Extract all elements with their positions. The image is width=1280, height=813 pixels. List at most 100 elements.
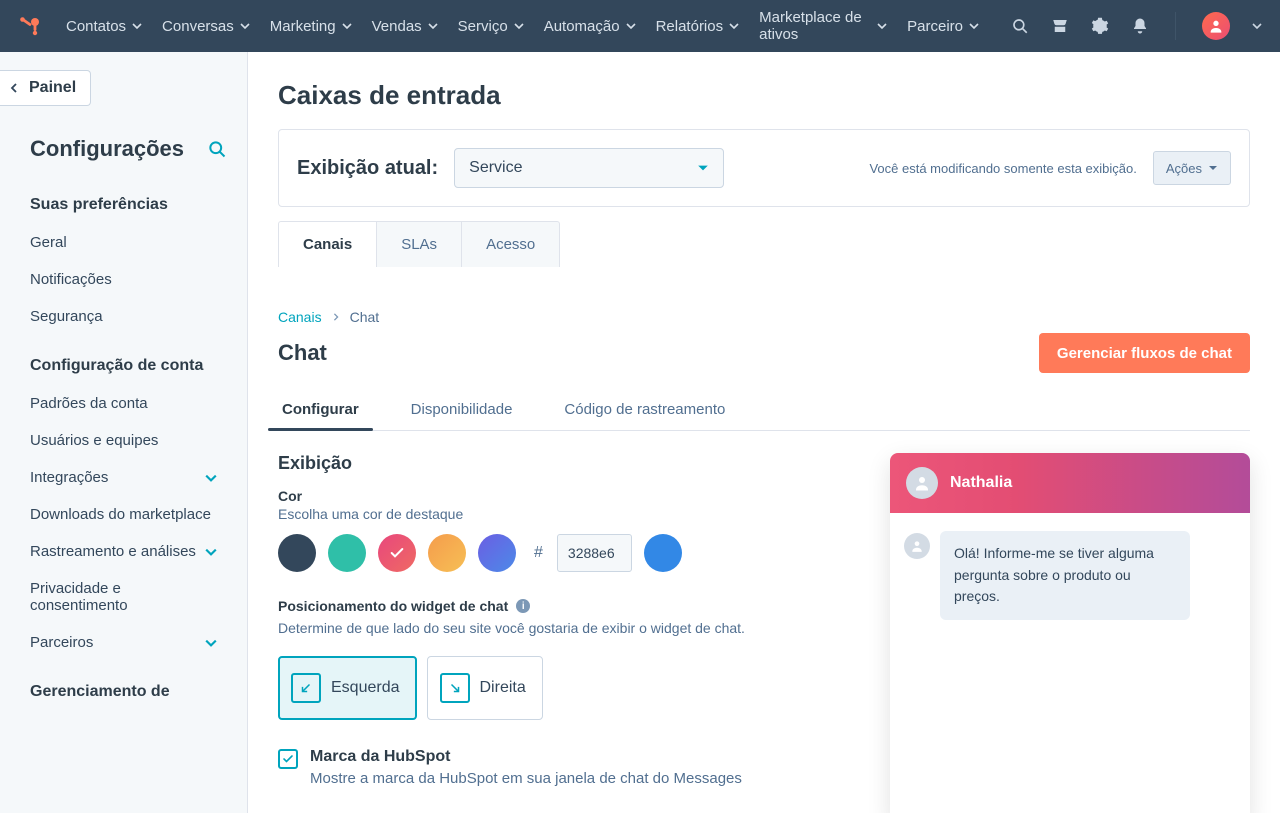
preview-header: Nathalia xyxy=(890,453,1250,513)
chevron-left-icon xyxy=(9,83,19,93)
view-actions-dropdown[interactable]: Ações xyxy=(1153,151,1231,185)
tab-acesso[interactable]: Acesso xyxy=(462,221,560,267)
hubspot-logo[interactable] xyxy=(18,14,42,38)
nav-links: Contatos Conversas Marketing Vendas Serv… xyxy=(66,9,979,43)
subtab-configurar[interactable]: Configurar xyxy=(278,389,363,430)
sb-section-account: Configuração de conta xyxy=(0,335,247,385)
nav-contatos[interactable]: Contatos xyxy=(66,18,142,35)
sb-section-preferences: Suas preferências xyxy=(0,174,247,224)
position-label: Posicionamento do widget de chat i xyxy=(278,598,860,614)
chevron-down-icon xyxy=(514,21,524,31)
brand-title: Marca da HubSpot xyxy=(310,748,450,765)
color-label: Cor xyxy=(278,488,860,504)
back-to-dashboard[interactable]: Painel xyxy=(0,70,91,106)
nav-conversas[interactable]: Conversas xyxy=(162,18,250,35)
chevron-down-icon xyxy=(729,21,739,31)
sb-item-geral[interactable]: Geral xyxy=(0,224,247,261)
sb-item-notificacoes[interactable]: Notificações xyxy=(0,261,247,298)
sb-item-rastreamento[interactable]: Rastreamento e análises xyxy=(0,533,247,570)
chevron-down-icon xyxy=(205,637,217,649)
sb-item-privacidade[interactable]: Privacidade e consentimento xyxy=(0,570,247,624)
chat-preview: Nathalia Olá! Informe-me se tiver alguma… xyxy=(890,453,1250,813)
preview-greeting: Olá! Informe-me se tiver alguma pergunta… xyxy=(940,531,1190,620)
chevron-down-icon xyxy=(342,21,352,31)
color-help: Escolha uma cor de destaque xyxy=(278,506,860,522)
hex-input[interactable] xyxy=(557,534,632,572)
breadcrumb-root[interactable]: Canais xyxy=(278,309,322,325)
swatch-purple[interactable] xyxy=(478,534,516,572)
hubspot-brand-row: Marca da HubSpot Mostre a marca da HubSp… xyxy=(278,748,860,787)
chevron-down-icon xyxy=(969,21,979,31)
search-icon[interactable] xyxy=(1011,17,1029,35)
tab-slas[interactable]: SLAs xyxy=(377,221,462,267)
gear-icon[interactable] xyxy=(1091,17,1109,35)
position-left[interactable]: Esquerda xyxy=(278,656,417,720)
triangle-down-icon xyxy=(1208,163,1218,173)
swatch-navy[interactable] xyxy=(278,534,316,572)
swatch-orange[interactable] xyxy=(428,534,466,572)
chat-preview-column: Nathalia Olá! Informe-me se tiver alguma… xyxy=(890,453,1250,813)
swatch-pink[interactable] xyxy=(378,534,416,572)
marketplace-icon[interactable] xyxy=(1051,17,1069,35)
position-help: Determine de que lado do seu site você g… xyxy=(278,620,860,636)
sb-item-downloads[interactable]: Downloads do marketplace xyxy=(0,496,247,533)
brand-help: Mostre a marca da HubSpot em sua janela … xyxy=(310,770,742,787)
chevron-down-icon xyxy=(132,21,142,31)
chevron-down-icon xyxy=(205,472,217,484)
sb-item-padroes[interactable]: Padrões da conta xyxy=(0,385,247,422)
inbox-tabs: Canais SLAs Acesso xyxy=(278,221,1250,267)
chat-subtabs: Configurar Disponibilidade Código de ras… xyxy=(278,389,1250,431)
position-right[interactable]: Direita xyxy=(427,656,543,720)
arrow-bottom-right-icon xyxy=(440,673,470,703)
swatch-hex-preview[interactable] xyxy=(644,534,682,572)
subtab-disponibilidade[interactable]: Disponibilidade xyxy=(407,389,517,430)
chevron-down-icon xyxy=(626,21,636,31)
swatch-teal[interactable] xyxy=(328,534,366,572)
chevron-down-icon[interactable] xyxy=(1252,21,1262,31)
current-view-label: Exibição atual: xyxy=(297,157,438,180)
current-view-card: Exibição atual: Service Você está modifi… xyxy=(278,129,1250,207)
sb-item-usuarios[interactable]: Usuários e equipes xyxy=(0,422,247,459)
current-view-note: Você está modificando somente esta exibi… xyxy=(869,161,1136,176)
nav-relatorios[interactable]: Relatórios xyxy=(656,18,740,35)
subtab-codigo[interactable]: Código de rastreamento xyxy=(560,389,729,430)
sb-item-parceiros[interactable]: Parceiros xyxy=(0,624,247,661)
position-choices: Esquerda Direita xyxy=(278,656,860,720)
top-nav: Contatos Conversas Marketing Vendas Serv… xyxy=(0,0,1280,52)
manage-chatflows-button[interactable]: Gerenciar fluxos de chat xyxy=(1039,333,1250,373)
nav-automacao[interactable]: Automação xyxy=(544,18,636,35)
sidebar-search-icon[interactable] xyxy=(207,139,227,159)
triangle-down-icon xyxy=(697,162,709,174)
nav-marketing[interactable]: Marketing xyxy=(270,18,352,35)
tab-canais[interactable]: Canais xyxy=(278,221,377,267)
breadcrumb: Canais Chat xyxy=(278,309,1250,325)
nav-parceiro[interactable]: Parceiro xyxy=(907,18,979,35)
main-content: Caixas de entrada Exibição atual: Servic… xyxy=(248,52,1280,813)
info-icon[interactable]: i xyxy=(516,599,530,613)
hash-sign: # xyxy=(534,544,543,562)
user-avatar[interactable] xyxy=(1202,12,1230,40)
chevron-right-icon xyxy=(332,313,340,321)
sb-section-mgmt: Gerenciamento de xyxy=(0,661,247,711)
current-view-select[interactable]: Service xyxy=(454,148,724,188)
sb-item-integracoes[interactable]: Integrações xyxy=(0,459,247,496)
chevron-down-icon xyxy=(877,21,887,31)
brand-checkbox[interactable] xyxy=(278,749,298,769)
bell-icon[interactable] xyxy=(1131,17,1149,35)
nav-utility xyxy=(1011,12,1262,40)
color-swatches: # xyxy=(278,534,860,572)
chevron-down-icon xyxy=(240,21,250,31)
nav-marketplace[interactable]: Marketplace de ativos xyxy=(759,9,887,43)
current-view-value: Service xyxy=(469,159,522,177)
breadcrumb-leaf: Chat xyxy=(350,309,380,325)
nav-vendas[interactable]: Vendas xyxy=(372,18,438,35)
settings-panel: Exibição Cor Escolha uma cor de destaque… xyxy=(278,453,860,813)
arrow-bottom-left-icon xyxy=(291,673,321,703)
sb-item-seguranca[interactable]: Segurança xyxy=(0,298,247,335)
nav-servico[interactable]: Serviço xyxy=(458,18,524,35)
chevron-down-icon xyxy=(428,21,438,31)
preview-agent-name: Nathalia xyxy=(950,474,1012,492)
avatar-icon xyxy=(906,467,938,499)
page-title: Caixas de entrada xyxy=(278,80,1250,111)
sidebar-title: Configurações xyxy=(30,136,184,162)
